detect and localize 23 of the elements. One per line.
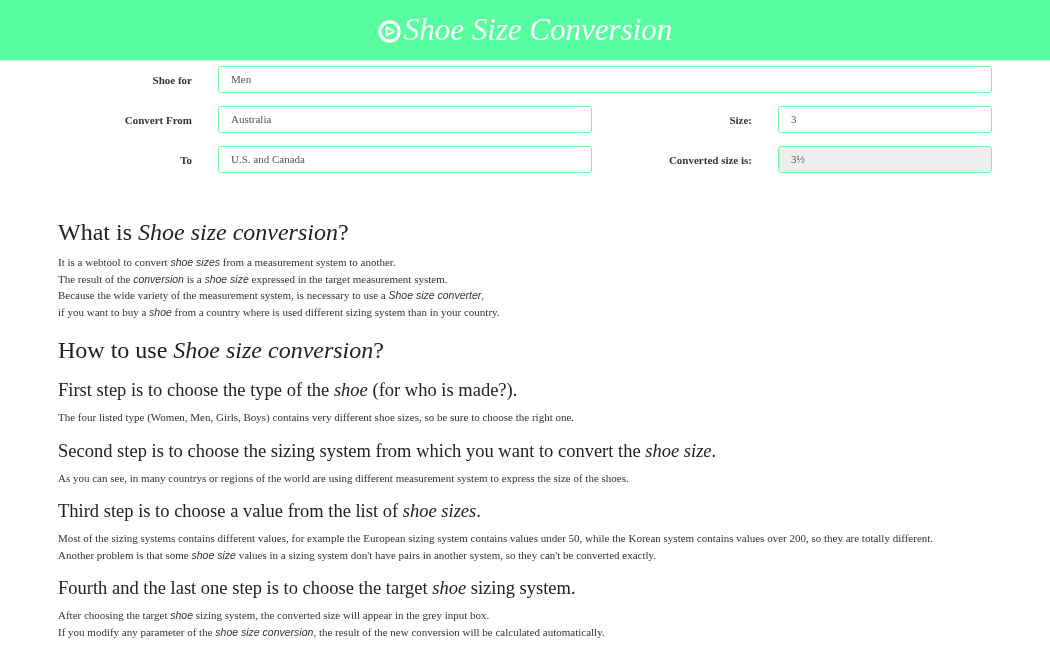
play-circle-icon	[377, 19, 401, 43]
field-label: Size:	[728, 113, 752, 126]
site-title: Shoe Size Conversion	[403, 12, 673, 48]
section-heading: How to use Shoe size conversion?	[58, 336, 385, 365]
output-field[interactable]: 3½	[778, 146, 992, 173]
paragraph: After choosing the target shoe sizing system, the converted size will appear in the grey input box. If you modify any parameter of the shoe size conversion, the result of the new conversion will be calculated automatically.	[58, 608, 606, 640]
field-label: Shoe for	[151, 73, 192, 86]
paragraph: Most of the sizing systems contains different values, for example the European sizing system contains values under 50, while the Korean system contains values over 200, so they are totally different. Another problem is that some shoe size values in a sizing system don't have pairs in another system, so they can't be converted exactly.	[58, 531, 935, 563]
field-label: Convert From	[123, 113, 192, 126]
field-label: To	[179, 153, 192, 166]
paragraph: The four listed type (Women, Men, Girls, Boys) contains very different shoe sizes, so be sure to choose the right one.	[58, 410, 576, 425]
input-field[interactable]: 3	[778, 106, 992, 133]
step-heading: Fourth and the last one step is to choose the target shoe sizing system.	[58, 577, 577, 599]
step-heading: First step is to choose the type of the shoe (for who is made?).	[58, 379, 519, 401]
step-heading: Third step is to choose a value from the list of shoe sizes.	[58, 500, 482, 522]
input-field[interactable]: Men	[218, 66, 992, 93]
paragraph: As you can see, in many countrys or regions of the world are using different measurement system to express the size of the shoes.	[58, 470, 630, 486]
section-heading: What is Shoe size conversion?	[58, 218, 350, 247]
paragraph: It is a webtool to convert shoe sizes from a measurement system to another. The result of the conversion is a shoe size expressed in the target measurement system. Because the wide variety of the measurement system, is necessary to use a Shoe size converter, if you want to buy a shoe from a country where is used different sizing system than in your country.	[58, 255, 501, 320]
field-label: Converted size is:	[667, 153, 752, 166]
input-field[interactable]: U.S. and Canada	[218, 146, 592, 173]
input-field[interactable]: Australia	[218, 106, 592, 133]
step-heading: Second step is to choose the sizing system from which you want to convert the shoe size.	[58, 439, 718, 462]
